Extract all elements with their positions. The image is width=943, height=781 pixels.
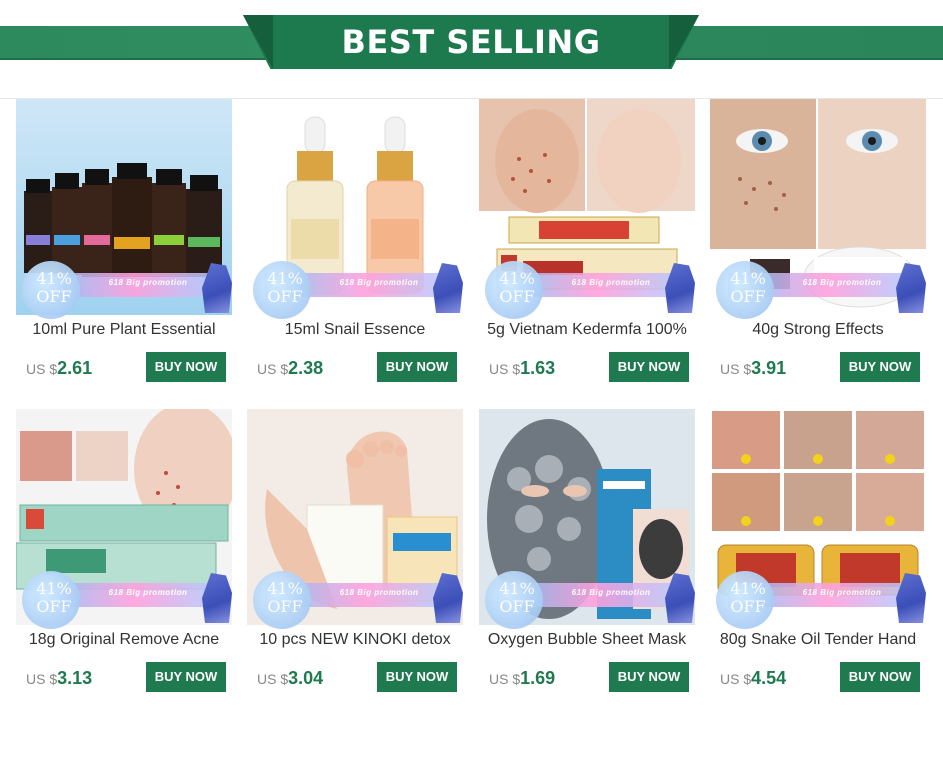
promo-text: 618 Big promotion [108, 278, 188, 287]
discount-percent: 41% [730, 269, 766, 288]
promo-text: 618 Big promotion [339, 278, 419, 287]
price-currency: US $ [489, 671, 521, 687]
price-value: 3.13 [57, 668, 93, 688]
product-price: US $3.04 [257, 666, 323, 690]
promo-text: 618 Big promotion [571, 588, 651, 597]
buy-now-button[interactable]: BUY NOW [609, 352, 689, 382]
discount-percent: 41% [730, 579, 766, 598]
product-name[interactable]: 80g Snake Oil Tender Hand [704, 631, 932, 649]
statue-decoration-icon [433, 573, 463, 623]
promo-text: 618 Big promotion [571, 278, 651, 287]
product-name[interactable]: 18g Original Remove Acne [10, 631, 238, 649]
price-currency: US $ [26, 671, 58, 687]
price-value: 1.69 [520, 668, 556, 688]
discount-percent: 41% [499, 269, 535, 288]
discount-percent: 41% [36, 269, 72, 288]
product-price: US $1.63 [489, 356, 555, 380]
buy-now-button[interactable]: BUY NOW [146, 662, 226, 692]
promo-overlay: 41% OFF 618 Big promotion [479, 261, 695, 319]
price-currency: US $ [257, 671, 289, 687]
buy-now-button[interactable]: BUY NOW [146, 352, 226, 382]
promo-overlay: 41% OFF 618 Big promotion [710, 261, 926, 319]
discount-off: OFF [730, 287, 766, 306]
discount-off: OFF [267, 287, 303, 306]
price-currency: US $ [257, 361, 289, 377]
product-name[interactable]: Oxygen Bubble Sheet Mask [473, 631, 701, 649]
buy-now-button[interactable]: BUY NOW [377, 352, 457, 382]
best-selling-banner: BEST SELLING [0, 0, 943, 100]
discount-percent: 41% [267, 269, 303, 288]
statue-decoration-icon [433, 263, 463, 313]
price-currency: US $ [489, 361, 521, 377]
discount-off: OFF [36, 597, 72, 616]
price-value: 4.54 [751, 668, 787, 688]
price-value: 3.91 [751, 358, 787, 378]
price-currency: US $ [720, 671, 752, 687]
promo-overlay: 41% OFF 618 Big promotion [479, 571, 695, 629]
promo-text: 618 Big promotion [108, 588, 188, 597]
statue-decoration-icon [202, 263, 232, 313]
promo-text: 618 Big promotion [802, 588, 882, 597]
promo-overlay: 41% OFF 618 Big promotion [16, 571, 232, 629]
promo-text: 618 Big promotion [339, 588, 419, 597]
product-name[interactable]: 10 pcs NEW KINOKI detox [241, 631, 469, 649]
discount-off: OFF [499, 287, 535, 306]
price-value: 3.04 [288, 668, 324, 688]
discount-percent: 41% [36, 579, 72, 598]
price-currency: US $ [720, 361, 752, 377]
product-name[interactable]: 15ml Snail Essence [241, 321, 469, 339]
banner-title: BEST SELLING [341, 23, 601, 61]
discount-percent: 41% [499, 579, 535, 598]
price-value: 1.63 [520, 358, 556, 378]
product-card[interactable]: 41% OFF 618 Big promotion Oxygen Bubble … [479, 409, 695, 709]
buy-now-button[interactable]: BUY NOW [840, 662, 920, 692]
buy-now-button[interactable]: BUY NOW [840, 352, 920, 382]
price-value: 2.61 [57, 358, 93, 378]
discount-off: OFF [267, 597, 303, 616]
product-name[interactable]: 40g Strong Effects [704, 321, 932, 339]
statue-decoration-icon [896, 263, 926, 313]
product-price: US $2.38 [257, 356, 323, 380]
discount-off: OFF [499, 597, 535, 616]
product-card[interactable]: 41% OFF 618 Big promotion 10ml Pure Plan… [16, 99, 232, 399]
product-card[interactable]: 41% OFF 618 Big promotion 80g Snake Oil … [710, 409, 926, 709]
buy-now-button[interactable]: BUY NOW [609, 662, 689, 692]
statue-decoration-icon [665, 573, 695, 623]
discount-percent: 41% [267, 579, 303, 598]
product-price: US $3.91 [720, 356, 786, 380]
product-card[interactable]: 41% OFF 618 Big promotion 10 pcs NEW KIN… [247, 409, 463, 709]
price-value: 2.38 [288, 358, 324, 378]
product-card[interactable]: 41% OFF 618 Big promotion 40g Strong Eff… [710, 99, 926, 399]
product-card[interactable]: 41% OFF 618 Big promotion 18g Original R… [16, 409, 232, 709]
buy-now-button[interactable]: BUY NOW [377, 662, 457, 692]
discount-off: OFF [36, 287, 72, 306]
product-name[interactable]: 10ml Pure Plant Essential [10, 321, 238, 339]
promo-text: 618 Big promotion [802, 278, 882, 287]
product-name[interactable]: 5g Vietnam Kedermfa 100% [473, 321, 701, 339]
product-price: US $2.61 [26, 356, 92, 380]
product-card[interactable]: 41% OFF 618 Big promotion 15ml Snail Ess… [247, 99, 463, 399]
product-price: US $4.54 [720, 666, 786, 690]
promo-overlay: 41% OFF 618 Big promotion [247, 571, 463, 629]
product-card[interactable]: 41% OFF 618 Big promotion 5g Vietnam Ked… [479, 99, 695, 399]
product-price: US $1.69 [489, 666, 555, 690]
statue-decoration-icon [202, 573, 232, 623]
promo-overlay: 41% OFF 618 Big promotion [247, 261, 463, 319]
statue-decoration-icon [665, 263, 695, 313]
product-price: US $3.13 [26, 666, 92, 690]
discount-off: OFF [730, 597, 766, 616]
price-currency: US $ [26, 361, 58, 377]
promo-overlay: 41% OFF 618 Big promotion [16, 261, 232, 319]
statue-decoration-icon [896, 573, 926, 623]
promo-overlay: 41% OFF 618 Big promotion [710, 571, 926, 629]
